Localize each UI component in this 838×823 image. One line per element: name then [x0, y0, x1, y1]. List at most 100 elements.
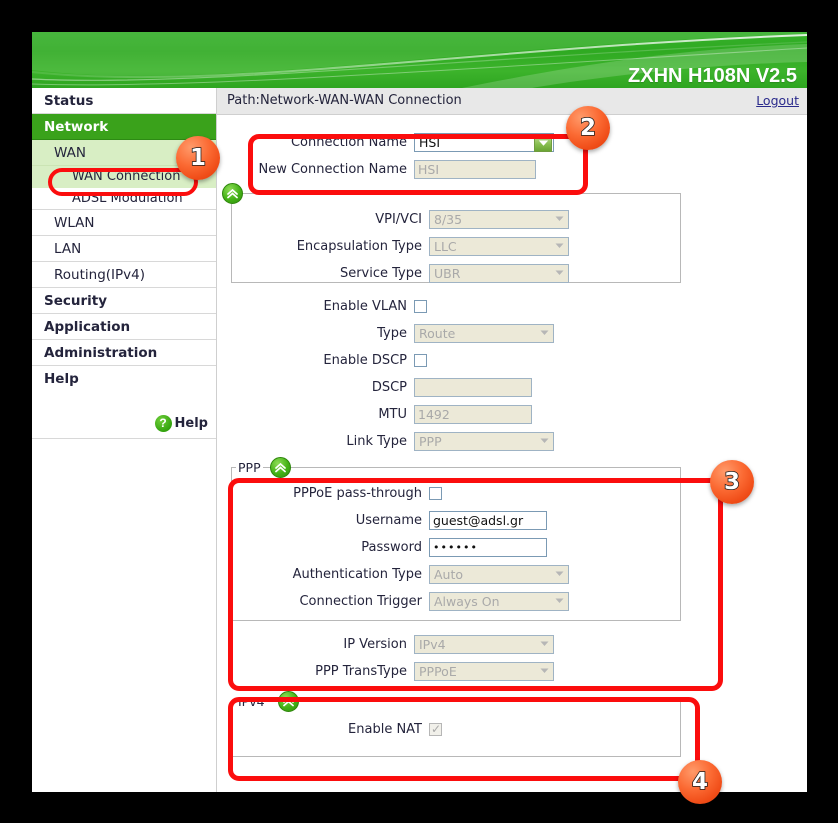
service-type-label: Service Type — [339, 265, 422, 281]
collapse-ppp-button[interactable] — [270, 457, 291, 478]
ipv4-legend: IPv4 — [236, 694, 267, 709]
row-connection-trigger: Connection Trigger Always On — [232, 590, 680, 612]
mtu-label: MTU — [378, 406, 407, 422]
sidebar-item-label: Routing(IPv4) — [54, 267, 145, 283]
chevron-down-icon — [551, 265, 567, 281]
connection-name-label: Connection Name — [290, 134, 407, 150]
ppp-fieldset: PPP PPPoE pass-through Username guest@ad… — [231, 457, 681, 621]
encapsulation-type-value: LLC — [434, 238, 457, 254]
chevron-double-up-icon — [227, 188, 238, 198]
vpi-vci-select: 8/35 — [429, 209, 569, 229]
type-value: Route — [419, 325, 456, 341]
sidebar-item-status[interactable]: Status — [32, 88, 216, 114]
sidebar-item-application[interactable]: Application — [32, 314, 216, 340]
device-model-title: ZXHN H108N V2.5 — [628, 65, 797, 87]
vpi-vci-label: VPI/VCI — [375, 211, 422, 227]
chevron-down-icon — [551, 211, 567, 227]
row-enable-dscp: Enable DSCP — [217, 349, 807, 371]
main-panel: Path:Network-WAN-WAN Connection Logout C… — [217, 88, 807, 792]
row-type: Type Route — [217, 322, 807, 344]
sidebar-item-label: Application — [44, 319, 131, 335]
row-service-type: Service Type UBR — [232, 262, 680, 284]
enable-dscp-label: Enable DSCP — [323, 352, 407, 368]
brand-banner: ZXHN H108N V2.5 — [32, 32, 807, 88]
sidebar-help-row: ? Help — [32, 386, 216, 439]
row-new-connection-name: New Connection Name HSI — [217, 158, 807, 180]
pppoe-pass-through-label: PPPoE pass-through — [293, 485, 422, 501]
new-connection-name-input: HSI — [414, 159, 536, 179]
sidebar-item-administration[interactable]: Administration — [32, 340, 216, 366]
sidebar-item-label: WAN — [54, 145, 86, 161]
type-label: Type — [377, 325, 407, 341]
chevron-double-up-icon — [283, 696, 294, 706]
sidebar-item-wlan[interactable]: WLAN — [32, 210, 216, 236]
sidebar-item-label: Help — [44, 371, 79, 387]
chevron-down-icon — [536, 325, 552, 341]
row-ppp-transtype: PPP TransType PPPoE — [217, 660, 807, 682]
connection-trigger-select: Always On — [429, 591, 569, 611]
router-admin-window: ZXHN H108N V2.5 Status Network WAN WAN C… — [32, 32, 807, 792]
question-mark-icon: ? — [154, 415, 172, 432]
chevron-down-icon — [536, 433, 552, 449]
row-enable-nat: Enable NAT ✓ — [232, 718, 680, 740]
pppoe-pass-through-checkbox[interactable] — [429, 486, 442, 500]
row-ip-version: IP Version IPv4 — [217, 633, 807, 655]
chevron-down-icon — [551, 593, 567, 609]
sidebar-item-security[interactable]: Security — [32, 288, 216, 314]
ppp-legend: PPP — [236, 460, 263, 475]
row-pppoe-pass-through: PPPoE pass-through — [232, 482, 680, 504]
sidebar-item-network[interactable]: Network — [32, 114, 216, 140]
help-link[interactable]: ? Help — [154, 415, 208, 432]
sidebar-item-wan[interactable]: WAN — [32, 140, 216, 166]
sidebar-item-label: WLAN — [54, 215, 95, 231]
sidebar-item-label: Network — [44, 119, 109, 135]
service-type-select: UBR — [429, 263, 569, 283]
checkmark-icon: ✓ — [431, 721, 442, 736]
enable-nat-label: Enable NAT — [348, 721, 422, 737]
link-type-select: PPP — [414, 431, 554, 451]
enable-vlan-checkbox[interactable] — [414, 299, 427, 313]
row-vpi-vci: VPI/VCI 8/35 — [232, 208, 680, 230]
content-area: Status Network WAN WAN Connection ADSL M… — [32, 88, 807, 792]
enable-vlan-label: Enable VLAN — [323, 298, 407, 314]
row-enable-vlan: Enable VLAN — [217, 295, 807, 317]
authentication-type-select: Auto — [429, 564, 569, 584]
row-authentication-type: Authentication Type Auto — [232, 563, 680, 585]
logout-button[interactable]: Logout — [756, 93, 799, 108]
link-type-value: PPP — [419, 433, 442, 449]
row-link-type: Link Type PPP — [217, 430, 807, 452]
breadcrumb: Path:Network-WAN-WAN Connection — [227, 93, 462, 108]
chevron-down-icon — [536, 663, 552, 679]
chevron-down-icon — [536, 636, 552, 652]
ppp-transtype-select: PPPoE — [414, 661, 554, 681]
sidebar-item-routing-ipv4[interactable]: Routing(IPv4) — [32, 262, 216, 288]
collapse-atm-button[interactable] — [222, 183, 243, 204]
encapsulation-type-select: LLC — [429, 236, 569, 256]
sidebar-item-label: LAN — [54, 241, 82, 257]
row-encapsulation-type: Encapsulation Type LLC — [232, 235, 680, 257]
sidebar-item-lan[interactable]: LAN — [32, 236, 216, 262]
sidebar-navigation: Status Network WAN WAN Connection ADSL M… — [32, 88, 217, 792]
ppp-transtype-label: PPP TransType — [315, 663, 407, 679]
enable-nat-checkbox: ✓ — [429, 721, 442, 736]
encapsulation-type-label: Encapsulation Type — [296, 238, 422, 254]
row-dscp: DSCP — [217, 376, 807, 398]
ip-version-value: IPv4 — [419, 636, 446, 652]
username-label: Username — [355, 512, 422, 528]
connection-name-select[interactable]: HSI — [414, 132, 554, 152]
username-input[interactable]: guest@adsl.gr — [429, 510, 547, 530]
new-connection-name-label: New Connection Name — [258, 161, 407, 177]
collapse-ipv4-button[interactable] — [278, 691, 299, 712]
connection-trigger-value: Always On — [434, 593, 500, 609]
enable-dscp-checkbox[interactable] — [414, 353, 427, 367]
ppp-transtype-value: PPPoE — [419, 663, 457, 679]
password-label: Password — [361, 539, 422, 555]
wan-connection-form: Connection Name HSI New Connection Name … — [217, 115, 807, 757]
breadcrumb-bar: Path:Network-WAN-WAN Connection Logout — [217, 88, 807, 115]
help-label: Help — [174, 416, 208, 431]
sidebar-item-adsl-modulation[interactable]: ADSL Modulation — [32, 188, 216, 210]
chevron-down-icon — [551, 566, 567, 582]
password-input[interactable]: •••••• — [429, 537, 547, 557]
sidebar-item-wan-connection[interactable]: WAN Connection — [32, 166, 216, 188]
connection-name-value: HSI — [419, 134, 441, 150]
